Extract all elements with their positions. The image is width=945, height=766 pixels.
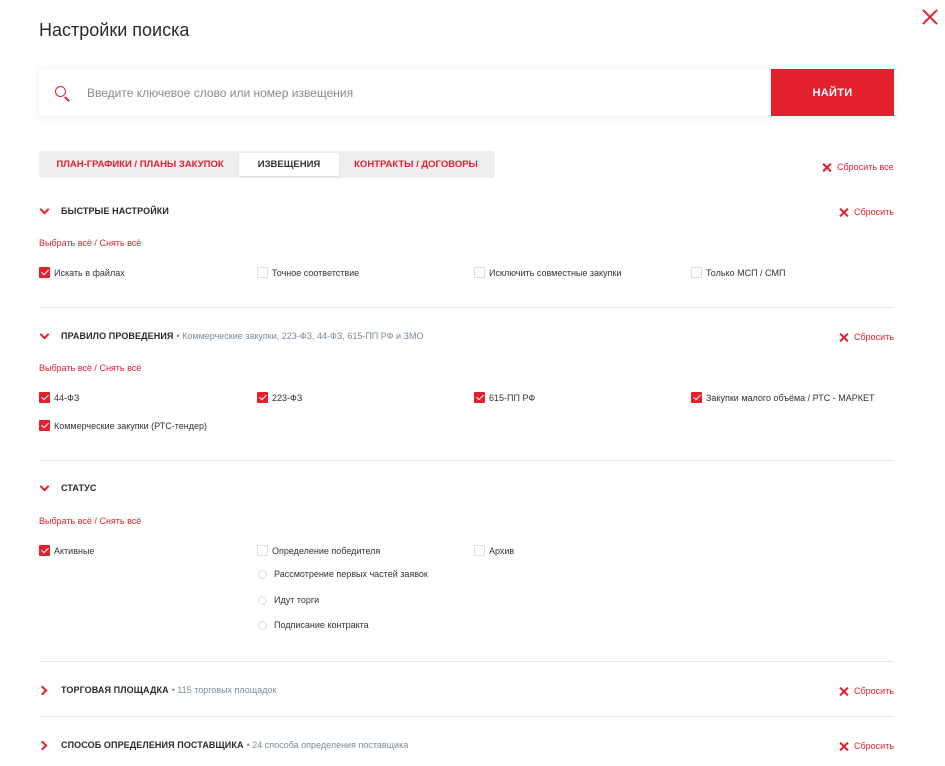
- option-label: 615-ПП РФ: [489, 392, 536, 403]
- tab-plan-graphics[interactable]: ПЛАН-ГРАФИКИ / ПЛАНЫ ЗАКУПОК: [41, 153, 239, 176]
- divider: [39, 307, 894, 308]
- checkbox-active[interactable]: Активные: [39, 545, 94, 556]
- section-title: СТАТУС: [61, 483, 97, 493]
- checkbox-checked-icon: [474, 392, 485, 403]
- checkbox-44fz[interactable]: 44-ФЗ: [39, 392, 79, 403]
- close-icon: [839, 742, 848, 751]
- checkbox-search-in-files[interactable]: Искать в файлах: [39, 267, 125, 278]
- section-title: БЫСТРЫЕ НАСТРОЙКИ: [61, 206, 169, 216]
- reset-platform-button[interactable]: Сбросить: [839, 686, 894, 696]
- close-icon: [839, 687, 848, 696]
- close-icon[interactable]: [919, 6, 941, 28]
- close-icon: [839, 208, 848, 217]
- search-button[interactable]: НАЙТИ: [771, 69, 894, 116]
- tabs-bar: ПЛАН-ГРАФИКИ / ПЛАНЫ ЗАКУПОК ИЗВЕЩЕНИЯ К…: [39, 151, 495, 178]
- checkbox-archive[interactable]: Архив: [474, 545, 514, 556]
- reset-quick-button[interactable]: Сбросить: [839, 207, 894, 217]
- checkbox-615pp[interactable]: 615-ПП РФ: [474, 392, 535, 403]
- checkbox-checked-icon: [39, 545, 50, 556]
- reset-label: Сбросить: [854, 207, 895, 217]
- checkbox-icon: [691, 267, 702, 278]
- option-label: 44-ФЗ: [54, 392, 80, 403]
- divider: [39, 460, 894, 461]
- checkbox-checked-icon: [39, 392, 50, 403]
- select-all-status[interactable]: Выбрать всё / Снять всё: [39, 516, 141, 526]
- chevron-right-icon: [39, 684, 51, 696]
- checkbox-small-volume[interactable]: Закупки малого объёма / РТС - МАРКЕТ: [691, 392, 875, 403]
- divider: [39, 661, 894, 662]
- section-platform-header[interactable]: ТОРГОВАЯ ПЛОЩАДКА • 115 торговых площадо…: [39, 684, 276, 696]
- option-label: Исключить совместные закупки: [489, 267, 622, 278]
- checkbox-checked-icon: [257, 392, 268, 403]
- chevron-right-icon: [39, 739, 51, 751]
- select-all-quick[interactable]: Выбрать всё / Снять всё: [39, 238, 141, 248]
- section-title: ТОРГОВАЯ ПЛОЩАДКА: [61, 685, 169, 695]
- section-title: СПОСОБ ОПРЕДЕЛЕНИЯ ПОСТАВЩИКА: [61, 740, 244, 750]
- reset-label: Сбросить: [854, 741, 895, 751]
- radio-icon: [258, 569, 267, 579]
- search-icon: [39, 69, 83, 116]
- chevron-down-icon: [39, 482, 51, 494]
- option-label: Искать в файлах: [54, 267, 125, 278]
- option-label: Точное соответствие: [272, 267, 360, 278]
- checkbox-checked-icon: [39, 267, 50, 278]
- reset-method-button[interactable]: Сбросить: [839, 741, 894, 751]
- option-label: Архив: [489, 545, 515, 556]
- select-all-rule[interactable]: Выбрать всё / Снять всё: [39, 363, 141, 373]
- checkbox-commercial[interactable]: Коммерческие закупки (РТС-тендер): [39, 420, 207, 431]
- section-subtitle: • 24 способа определения поставщика: [246, 740, 409, 750]
- tab-notices[interactable]: ИЗВЕЩЕНИЯ: [239, 153, 339, 176]
- radio-icon: [258, 620, 267, 630]
- chevron-down-icon: [39, 205, 51, 217]
- option-label: Определение победителя: [272, 545, 381, 556]
- search-input[interactable]: [83, 69, 771, 116]
- checkbox-exact-match[interactable]: Точное соответствие: [257, 267, 359, 278]
- radio-contract-signing[interactable]: Подписание контракта: [257, 620, 369, 630]
- chevron-down-icon: [39, 330, 51, 342]
- radio-first-parts-review[interactable]: Рассмотрение первых частей заявок: [257, 569, 428, 579]
- option-label: Рассмотрение первых частей заявок: [274, 569, 428, 579]
- checkbox-icon: [257, 545, 268, 556]
- checkbox-icon: [474, 267, 485, 278]
- option-label: Закупки малого объёма / РТС - МАРКЕТ: [706, 392, 875, 403]
- section-subtitle: • Коммерческие закупки, 223-ФЗ, 44-ФЗ, 6…: [176, 331, 424, 341]
- section-method-header[interactable]: СПОСОБ ОПРЕДЕЛЕНИЯ ПОСТАВЩИКА • 24 спосо…: [39, 739, 408, 751]
- option-label: Подписание контракта: [274, 620, 369, 630]
- close-icon: [839, 333, 848, 342]
- section-quick-settings-header[interactable]: БЫСТРЫЕ НАСТРОЙКИ: [39, 205, 169, 217]
- section-subtitle: • 115 торговых площадок: [171, 685, 277, 695]
- checkbox-exclude-joint[interactable]: Исключить совместные закупки: [474, 267, 621, 278]
- radio-bidding[interactable]: Идут торги: [257, 595, 319, 605]
- reset-label: Сбросить: [854, 686, 895, 696]
- checkbox-icon: [257, 267, 268, 278]
- reset-rule-button[interactable]: Сбросить: [839, 332, 894, 342]
- checkbox-icon: [474, 545, 485, 556]
- checkbox-msp-only[interactable]: Только МСП / СМП: [691, 267, 785, 278]
- search-bar: НАЙТИ: [39, 69, 894, 116]
- reset-all-label: Сбросить все: [837, 162, 894, 172]
- checkbox-checked-icon: [691, 392, 702, 403]
- divider: [39, 716, 894, 717]
- page-title: Настройки поиска: [39, 20, 190, 40]
- section-status-header[interactable]: СТАТУС: [39, 482, 96, 494]
- option-label: 223-ФЗ: [272, 392, 303, 403]
- radio-icon: [258, 595, 267, 605]
- section-rule-header[interactable]: ПРАВИЛО ПРОВЕДЕНИЯ • Коммерческие закупк…: [39, 330, 423, 342]
- option-label: Активные: [54, 545, 95, 556]
- reset-all-button[interactable]: Сбросить все: [822, 162, 894, 172]
- checkbox-223fz[interactable]: 223-ФЗ: [257, 392, 302, 403]
- reset-label: Сбросить: [854, 332, 895, 342]
- tab-contracts[interactable]: КОНТРАКТЫ / ДОГОВОРЫ: [339, 153, 493, 176]
- option-label: Идут торги: [274, 595, 320, 605]
- close-icon: [822, 163, 831, 172]
- section-title: ПРАВИЛО ПРОВЕДЕНИЯ: [61, 331, 174, 341]
- option-label: Коммерческие закупки (РТС-тендер): [54, 420, 207, 431]
- checkbox-winner-determination[interactable]: Определение победителя: [257, 545, 380, 556]
- checkbox-checked-icon: [39, 420, 50, 431]
- option-label: Только МСП / СМП: [706, 267, 786, 278]
